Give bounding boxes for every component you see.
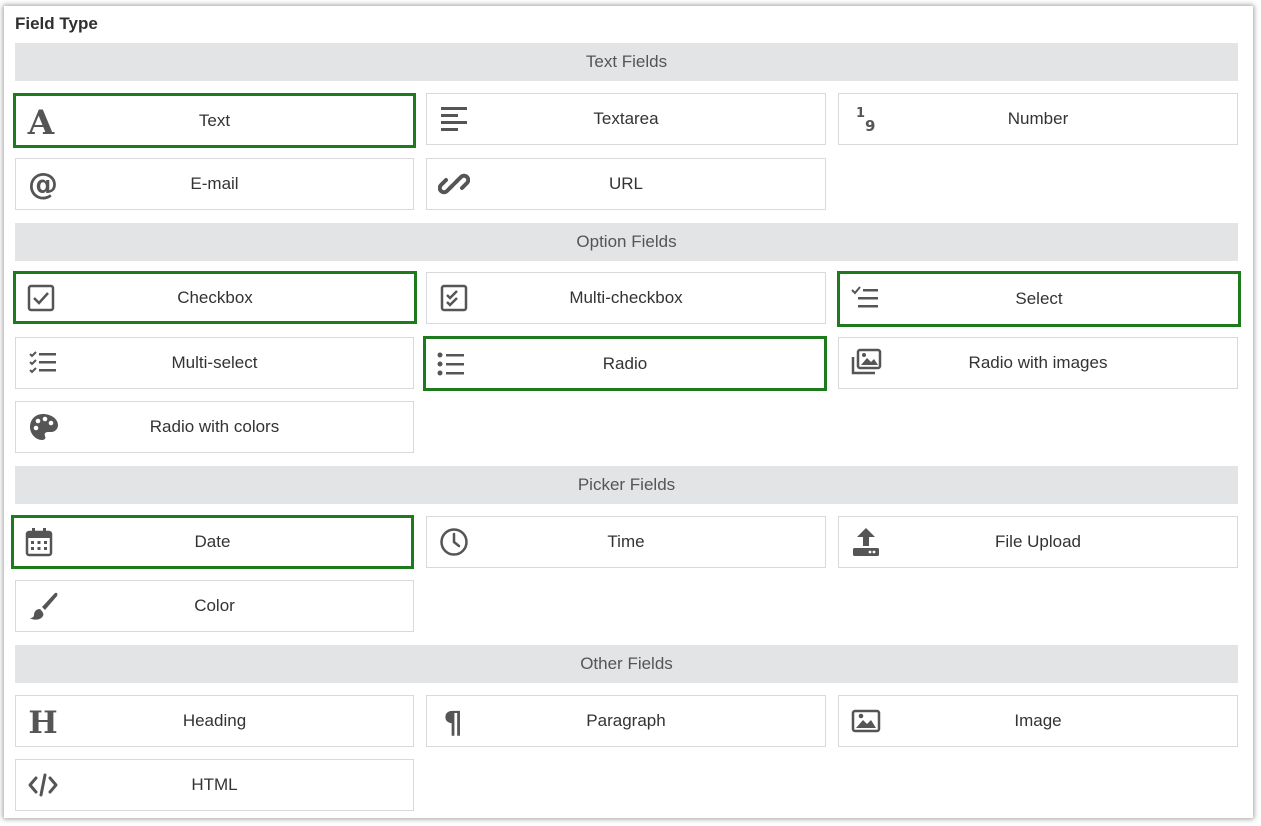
- panel-title: Field Type: [15, 14, 98, 33]
- heading-icon: H: [26, 704, 60, 738]
- field-type-radio-button[interactable]: Radio: [423, 336, 827, 391]
- field-type-radio-colors-button[interactable]: Radio with colors: [15, 401, 414, 453]
- align-left-icon: [437, 102, 471, 136]
- clock-icon: [437, 525, 471, 559]
- number-icon: 19: [849, 102, 883, 136]
- field-type-paragraph-button[interactable]: ¶ Paragraph: [426, 695, 826, 747]
- field-type-label: Radio with colors: [149, 417, 280, 436]
- field-type-label: Paragraph: [586, 711, 666, 730]
- field-type-label: Radio: [602, 353, 648, 373]
- field-type-label: File Upload: [995, 532, 1081, 551]
- field-type-time-button[interactable]: Time: [426, 516, 826, 568]
- field-type-label: Multi-checkbox: [569, 288, 683, 307]
- field-type-file-upload-button[interactable]: File Upload: [838, 516, 1238, 568]
- field-type-number-button[interactable]: 19 Number: [838, 93, 1238, 145]
- field-type-color-button[interactable]: Color: [15, 580, 414, 632]
- calendar-icon: [22, 525, 56, 559]
- field-type-label: E-mail: [190, 174, 239, 193]
- svg-text:@: @: [28, 168, 58, 200]
- field-type-multi-checkbox-button[interactable]: Multi-checkbox: [426, 272, 826, 324]
- svg-text:H: H: [28, 705, 57, 737]
- font-icon: A: [24, 104, 58, 138]
- field-type-textarea-button[interactable]: Textarea: [426, 93, 826, 145]
- field-type-label: Color: [194, 596, 235, 615]
- checkbox-icon: [24, 281, 58, 315]
- field-type-radio-images-button[interactable]: Radio with images: [838, 337, 1238, 389]
- svg-text:A: A: [27, 105, 55, 137]
- code-icon: [26, 768, 60, 802]
- field-type-label: Checkbox: [177, 287, 253, 307]
- section-header-picker-fields: Picker Fields: [15, 466, 1238, 504]
- field-type-label: URL: [608, 174, 643, 193]
- field-type-text-button[interactable]: A Text: [13, 93, 416, 148]
- image-icon: [849, 704, 883, 738]
- field-type-date-button[interactable]: Date: [11, 515, 414, 569]
- at-icon: @: [26, 167, 60, 201]
- images-icon: [849, 346, 883, 380]
- field-type-heading-button[interactable]: H Heading: [15, 695, 414, 747]
- field-type-image-button[interactable]: Image: [838, 695, 1238, 747]
- section-header-option-fields: Option Fields: [15, 223, 1238, 261]
- field-type-label: Image: [1014, 711, 1062, 730]
- paragraph-icon: ¶: [437, 704, 471, 738]
- select-list-icon: [848, 282, 882, 316]
- multi-checkbox-icon: [437, 281, 471, 315]
- section-header-other-fields: Other Fields: [15, 645, 1238, 683]
- field-type-select-button[interactable]: Select: [837, 271, 1241, 327]
- field-type-label: Number: [1007, 109, 1069, 128]
- palette-icon: [26, 410, 60, 444]
- field-type-label: Select: [1015, 289, 1063, 308]
- svg-text:1: 1: [856, 106, 865, 121]
- field-type-multi-select-button[interactable]: Multi-select: [15, 337, 414, 389]
- field-type-url-button[interactable]: URL: [426, 158, 826, 210]
- field-type-label: Text: [198, 110, 231, 130]
- field-type-label: Textarea: [593, 109, 659, 128]
- svg-text:9: 9: [865, 117, 875, 135]
- field-type-label: Time: [607, 532, 645, 551]
- section-header-text-fields: Text Fields: [15, 43, 1238, 81]
- field-type-html-button[interactable]: HTML: [15, 759, 414, 811]
- field-type-label: Multi-select: [171, 353, 258, 372]
- field-type-label: Date: [194, 532, 231, 551]
- field-type-email-button[interactable]: @ E-mail: [15, 158, 414, 210]
- field-type-label: Radio with images: [968, 353, 1108, 372]
- link-icon: [437, 167, 471, 201]
- field-type-label: Heading: [182, 711, 247, 730]
- field-type-checkbox-button[interactable]: Checkbox: [13, 271, 417, 324]
- field-type-label: HTML: [191, 775, 238, 794]
- list-icon: [434, 347, 468, 381]
- svg-text:¶: ¶: [443, 706, 462, 737]
- checklist-icon: [26, 346, 60, 380]
- upload-icon: [849, 525, 883, 559]
- paintbrush-icon: [26, 589, 60, 623]
